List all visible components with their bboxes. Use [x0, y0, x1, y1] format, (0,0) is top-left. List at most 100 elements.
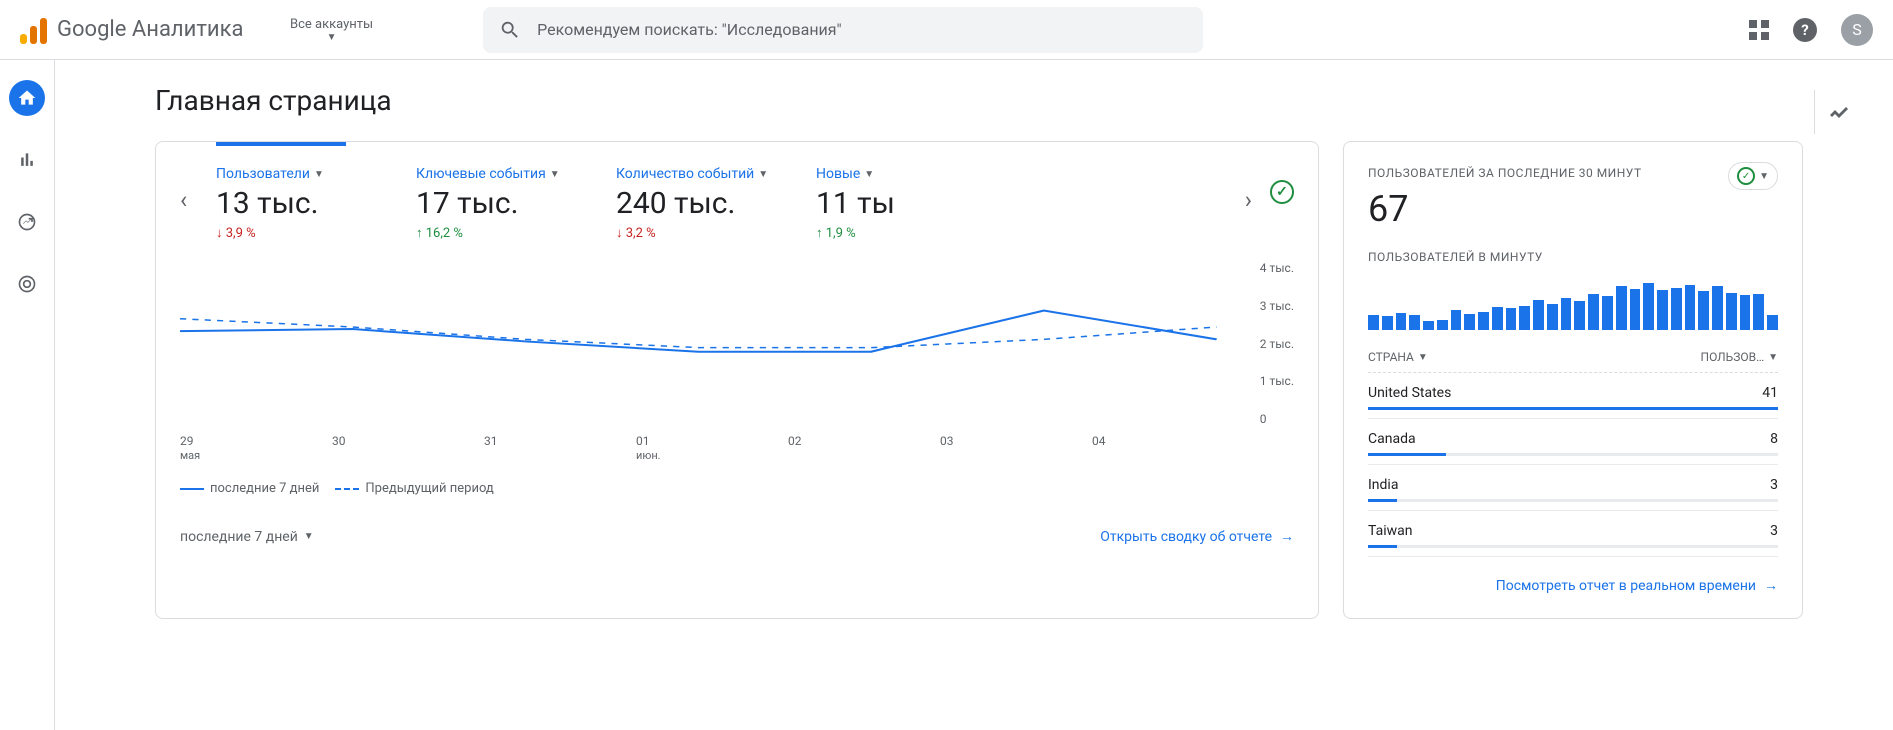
overview-card-footer: последние 7 дней ▼ Открыть сводку об отч…	[180, 516, 1294, 545]
country-column-header[interactable]: СТРАНА ▼	[1368, 350, 1428, 364]
minute-bar	[1533, 300, 1544, 330]
country-name: Canada	[1368, 431, 1416, 447]
y-tick: 0	[1260, 412, 1294, 426]
account-selector[interactable]: Все аккаунты ▼	[290, 17, 373, 43]
metric-value: 13 тыс.	[216, 186, 416, 221]
search-placeholder: Рекомендуем поискать: "Исследования"	[537, 20, 842, 39]
apps-icon[interactable]	[1749, 20, 1769, 40]
minute-bar	[1464, 314, 1475, 330]
nav-home[interactable]	[9, 80, 45, 116]
y-tick: 1 тыс.	[1260, 374, 1294, 388]
home-icon	[17, 88, 37, 108]
minute-bar	[1396, 313, 1407, 330]
realtime-status-badge[interactable]: ✓ ▼	[1728, 162, 1778, 190]
x-tick: 04	[1092, 434, 1244, 462]
country-name: Taiwan	[1368, 523, 1412, 539]
chevron-down-icon: ▼	[758, 169, 768, 180]
minute-bar	[1423, 321, 1434, 330]
users-column-header[interactable]: ПОЛЬЗОВ… ▼	[1701, 350, 1778, 364]
overview-card: ‹ Пользователи ▼13 тыс.↓ 3,9 %Ключевые с…	[155, 141, 1319, 619]
nav-advertising[interactable]	[9, 266, 45, 302]
insights-button[interactable]	[1814, 90, 1863, 134]
user-count: 3	[1770, 523, 1778, 539]
sidebar	[0, 60, 55, 730]
minute-bar	[1437, 320, 1448, 330]
minute-bar	[1409, 315, 1420, 330]
search-input[interactable]: Рекомендуем поискать: "Исследования"	[483, 7, 1203, 53]
logo[interactable]: Google Аналитика	[20, 16, 270, 44]
minute-bar	[1643, 283, 1654, 331]
date-range-selector[interactable]: последние 7 дней ▼	[180, 529, 314, 545]
bar-track	[1368, 407, 1778, 410]
page-title: Главная страница	[155, 84, 1803, 117]
bar-fill	[1368, 407, 1778, 410]
x-tick: 03	[940, 434, 1092, 462]
y-tick: 3 тыс.	[1260, 299, 1294, 313]
realtime-card: ✓ ▼ ПОЛЬЗОВАТЕЛЕЙ ЗА ПОСЛЕДНИЕ 30 МИНУТ …	[1343, 141, 1803, 619]
metrics-next-button[interactable]: ›	[1245, 186, 1252, 214]
avatar[interactable]: S	[1841, 14, 1873, 46]
table-row[interactable]: Taiwan 3	[1368, 511, 1778, 557]
minute-bar	[1519, 306, 1530, 330]
chart-legend: последние 7 дней Предыдущий период	[180, 481, 1294, 496]
x-tick: 29мая	[180, 434, 332, 462]
minute-bar	[1616, 286, 1627, 330]
metric-tile[interactable]: Ключевые события ▼17 тыс.↑ 16,2 %	[416, 166, 616, 241]
bar-chart-icon	[17, 150, 37, 170]
metric-tile[interactable]: Пользователи ▼ 13 тыс. ↓ 3,9 %	[216, 166, 416, 241]
chevron-down-icon: ▼	[864, 169, 874, 180]
minute-bar	[1492, 307, 1503, 330]
table-row[interactable]: United States 41	[1368, 373, 1778, 419]
country-name: United States	[1368, 385, 1451, 401]
open-report-label: Открыть сводку об отчете	[1100, 529, 1272, 545]
content: Главная страница ‹ Пользователи ▼ 13 тыс.…	[55, 60, 1893, 730]
table-row[interactable]: India3	[1368, 465, 1778, 511]
legend-dashed-line-icon	[335, 488, 359, 490]
nav-reports[interactable]	[9, 142, 45, 178]
metric-label[interactable]: Количество событий ▼	[616, 166, 816, 182]
minute-bar	[1671, 288, 1682, 331]
minute-bar	[1602, 296, 1613, 330]
metric-delta: ↑ 16,2 %	[416, 225, 616, 241]
app-header: Google Аналитика Все аккаунты ▼ Рекоменд…	[0, 0, 1893, 60]
series-current	[180, 311, 1217, 352]
chevron-down-icon: ▼	[550, 169, 560, 180]
users-per-minute-title: ПОЛЬЗОВАТЕЛЕЙ В МИНУТУ	[1368, 250, 1778, 264]
metric-label[interactable]: Ключевые события ▼	[416, 166, 616, 182]
nav-explore[interactable]	[9, 204, 45, 240]
chart-y-axis: 4 тыс.3 тыс.2 тыс.1 тыс.0	[1260, 261, 1294, 426]
date-range-label: последние 7 дней	[180, 529, 298, 545]
check-icon: ✓	[1737, 167, 1755, 185]
realtime-report-link[interactable]: Посмотреть отчет в реальном времени →	[1496, 577, 1778, 594]
minute-bar	[1712, 286, 1723, 330]
metric-tile[interactable]: Количество событий ▼240 тыс.↓ 3,2 %	[616, 166, 816, 241]
country-table-body: United States 41 Canada8India3 Taiwan 3	[1368, 373, 1778, 557]
minute-bar	[1478, 312, 1489, 330]
realtime-report-label: Посмотреть отчет в реальном времени	[1496, 578, 1756, 594]
chevron-down-icon: ▼	[1768, 352, 1778, 363]
minute-bar	[1657, 290, 1668, 330]
x-tick: 30	[332, 434, 484, 462]
metrics-prev-button[interactable]: ‹	[180, 186, 187, 214]
open-report-link[interactable]: Открыть сводку об отчете →	[1100, 528, 1294, 545]
series-previous	[180, 319, 1217, 348]
minute-bar	[1767, 315, 1778, 330]
help-icon[interactable]: ?	[1793, 18, 1817, 42]
x-tick: 31	[484, 434, 636, 462]
user-count: 41	[1762, 385, 1778, 401]
bar-fill	[1368, 499, 1397, 502]
bar-fill	[1368, 453, 1446, 456]
minute-bar	[1740, 295, 1751, 330]
status-badge-icon[interactable]	[1270, 180, 1294, 204]
metric-label[interactable]: Новые ▼	[816, 166, 1016, 182]
metric-label[interactable]: Пользователи ▼	[216, 166, 416, 182]
sparkline-icon	[1827, 98, 1851, 122]
metric-tile[interactable]: Новые ▼11 ты↑ 1,9 %	[816, 166, 1016, 241]
arrow-right-icon: →	[1280, 528, 1294, 545]
table-row[interactable]: Canada8	[1368, 419, 1778, 465]
legend-current-label: последние 7 дней	[210, 481, 319, 496]
user-count: 3	[1770, 477, 1778, 493]
metric-strip: ‹ Пользователи ▼13 тыс.↓ 3,9 %Ключевые с…	[180, 166, 1294, 241]
line-chart-svg	[180, 261, 1294, 426]
metric-delta: ↓ 3,9 %	[216, 225, 416, 241]
